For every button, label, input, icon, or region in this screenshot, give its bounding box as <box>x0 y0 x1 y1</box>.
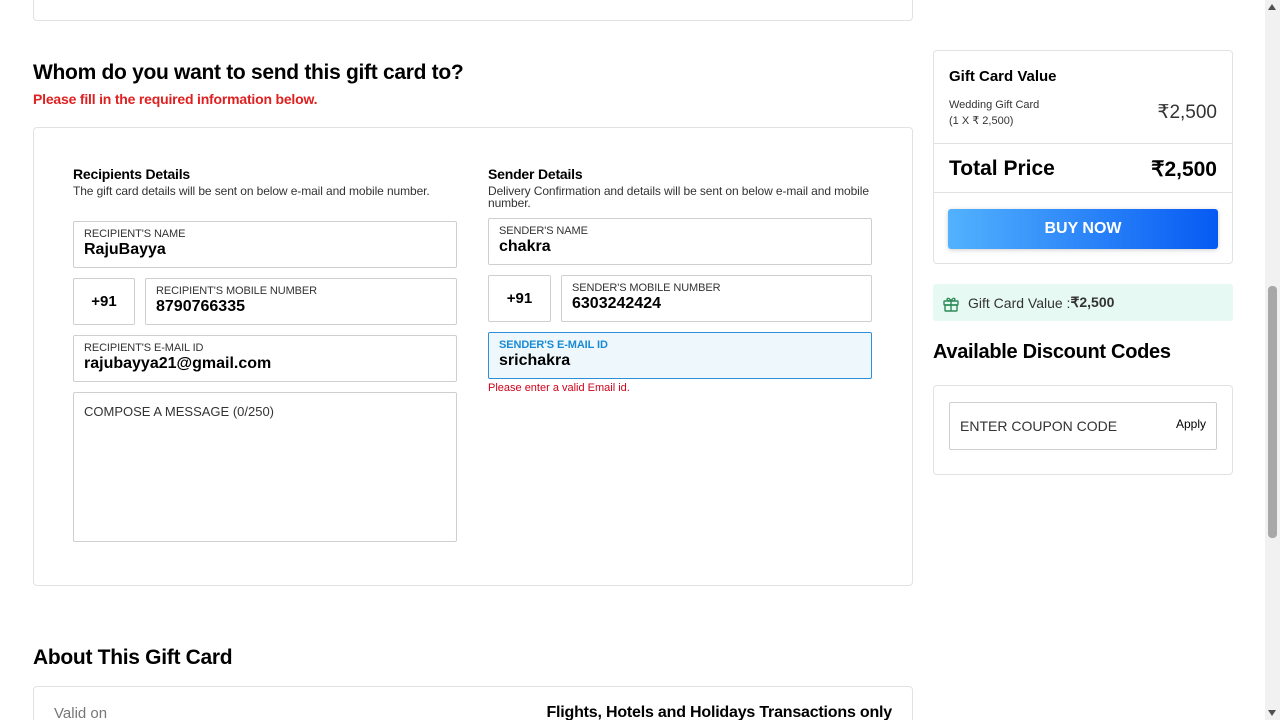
sender-mobile-field[interactable]: SENDER'S MOBILE NUMBER 6303242424 <box>561 275 872 322</box>
buy-now-button[interactable]: BUY NOW <box>948 209 1218 249</box>
recipient-mobile-value: 8790766335 <box>156 298 245 315</box>
sender-description: Delivery Confirmation and details will b… <box>488 184 869 210</box>
scrollbar-thumb[interactable] <box>1268 286 1277 538</box>
gift-card-value-title: Gift Card Value <box>949 68 1057 85</box>
section-title: Whom do you want to send this gift card … <box>33 61 464 84</box>
sender-name-label: SENDER'S NAME <box>499 225 588 237</box>
sender-mobile-label: SENDER'S MOBILE NUMBER <box>572 282 721 294</box>
apply-button[interactable]: Apply <box>1176 417 1206 431</box>
recipient-heading: Recipients Details <box>73 166 190 182</box>
about-title: About This Gift Card <box>33 646 233 669</box>
sender-heading: Sender Details <box>488 166 583 182</box>
divider <box>934 192 1232 193</box>
discount-card: ENTER COUPON CODE Apply <box>933 385 1233 475</box>
sender-country-code[interactable]: +91 <box>488 275 551 322</box>
gift-icon <box>942 294 960 312</box>
sender-name-field[interactable]: SENDER'S NAME chakra <box>488 218 872 265</box>
recipient-mobile-label: RECIPIENT'S MOBILE NUMBER <box>156 285 317 297</box>
recipient-name-field[interactable]: RECIPIENT'S NAME RajuBayya <box>73 221 457 268</box>
price-summary-card: Gift Card Value Wedding Gift Card (1 X ₹… <box>933 50 1233 264</box>
recipient-country-code[interactable]: +91 <box>73 278 135 325</box>
gift-value-amount: ₹2,500 <box>1070 294 1115 310</box>
recipient-email-field[interactable]: RECIPIENT'S E-MAIL ID rajubayya21@gmail.… <box>73 335 457 382</box>
item-details: Wedding Gift Card (1 X ₹ 2,500) <box>949 97 1039 129</box>
recipient-description: The gift card details will be sent on be… <box>73 184 430 198</box>
gift-value-banner: Gift Card Value : ₹2,500 <box>933 284 1233 321</box>
gift-value-label: Gift Card Value : <box>968 294 1071 311</box>
section-subtitle: Please fill in the required information … <box>33 91 318 107</box>
scroll-up-icon[interactable] <box>1268 4 1276 10</box>
scroll-down-icon[interactable] <box>1268 710 1276 716</box>
sender-mobile-value: 6303242424 <box>572 295 661 312</box>
coupon-placeholder: ENTER COUPON CODE <box>960 418 1118 434</box>
valid-on-value: Flights, Hotels and Holidays Transaction… <box>546 704 892 720</box>
coupon-input[interactable]: ENTER COUPON CODE Apply <box>949 402 1217 450</box>
recipient-name-value: RajuBayya <box>84 241 166 258</box>
sender-email-error: Please enter a valid Email id. <box>488 382 630 394</box>
sender-name-value: chakra <box>499 238 551 255</box>
item-quantity: (1 X ₹ 2,500) <box>949 115 1014 127</box>
previous-section-card <box>33 0 913 21</box>
valid-on-label: Valid on <box>54 705 108 720</box>
item-price: ₹2,500 <box>1157 102 1217 123</box>
discount-codes-title: Available Discount Codes <box>933 341 1171 363</box>
page-scrollbar[interactable] <box>1265 0 1280 720</box>
total-price-label: Total Price <box>949 157 1055 180</box>
about-card: Valid on Flights, Hotels and Holidays Tr… <box>33 686 913 720</box>
divider <box>934 143 1232 144</box>
recipient-mobile-field[interactable]: RECIPIENT'S MOBILE NUMBER 8790766335 <box>145 278 457 325</box>
recipient-email-label: RECIPIENT'S E-MAIL ID <box>84 342 204 354</box>
sender-email-field[interactable]: SENDER'S E-MAIL ID srichakra <box>488 332 872 379</box>
item-name: Wedding Gift Card <box>949 99 1040 111</box>
message-textarea[interactable]: COMPOSE A MESSAGE (0/250) <box>73 392 457 542</box>
recipient-name-label: RECIPIENT'S NAME <box>84 228 186 240</box>
sender-email-value: srichakra <box>499 352 571 369</box>
sender-email-label: SENDER'S E-MAIL ID <box>499 339 608 351</box>
recipient-email-value: rajubayya21@gmail.com <box>84 355 272 372</box>
total-price-value: ₹2,500 <box>1151 158 1217 181</box>
message-placeholder: COMPOSE A MESSAGE (0/250) <box>84 404 275 419</box>
